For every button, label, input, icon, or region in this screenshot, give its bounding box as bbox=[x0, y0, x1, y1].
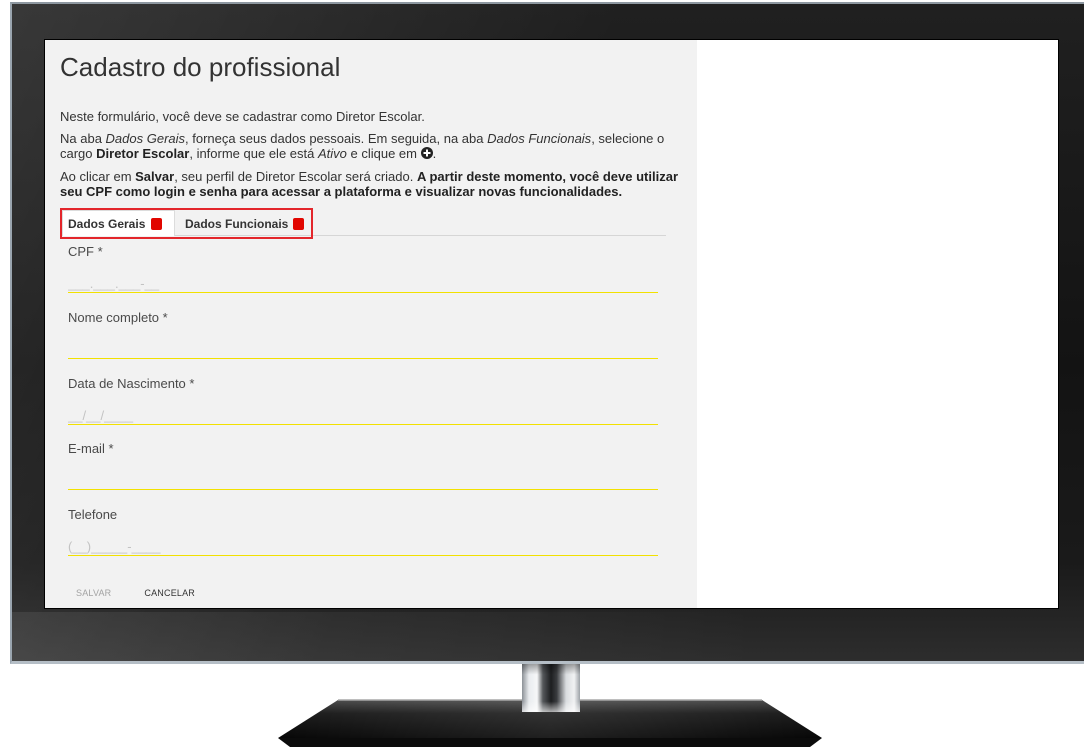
birth-date-field: Data de Nascimento * bbox=[68, 376, 658, 425]
tab-label: Dados Gerais bbox=[68, 216, 146, 231]
save-button[interactable]: SALVAR bbox=[68, 581, 119, 605]
phone-field: Telefone bbox=[68, 507, 658, 556]
field-label: E-mail * bbox=[68, 441, 114, 456]
intro-emphasis: Ativo bbox=[317, 146, 347, 161]
intro-emphasis: Dados Gerais bbox=[105, 131, 186, 146]
cpf-input[interactable] bbox=[68, 260, 658, 293]
form-actions: SALVAR CANCELAR bbox=[68, 581, 203, 605]
field-label: Nome completo * bbox=[68, 310, 168, 325]
birth-date-input[interactable] bbox=[68, 392, 658, 425]
email-field: E-mail * bbox=[68, 441, 658, 490]
tab-badge bbox=[293, 217, 305, 230]
intro-paragraph-3: Ao clicar em Salvar, seu perfil de Diret… bbox=[60, 169, 688, 199]
intro-paragraph-2: Na aba Dados Gerais, forneça seus dados … bbox=[60, 131, 688, 161]
phone-input[interactable] bbox=[68, 523, 658, 556]
cancel-button[interactable]: CANCELAR bbox=[136, 581, 203, 605]
tab-label: Dados Funcionais bbox=[185, 216, 289, 231]
field-label: Data de Nascimento * bbox=[68, 376, 195, 391]
intro-bold: Diretor Escolar bbox=[96, 146, 190, 161]
intro-text: , informe que ele está bbox=[189, 146, 318, 161]
intro-emphasis: Dados Funcionais bbox=[487, 131, 592, 146]
intro-bold: Salvar bbox=[135, 169, 175, 184]
intro-text: , seu perfil de Diretor Escolar será cri… bbox=[174, 169, 417, 184]
full-name-input[interactable] bbox=[68, 326, 658, 359]
tab-dados-funcionais[interactable]: Dados Funcionais bbox=[175, 210, 310, 236]
email-input[interactable] bbox=[68, 457, 658, 490]
tab-dados-gerais[interactable]: Dados Gerais bbox=[62, 210, 175, 236]
plus-circle-icon bbox=[420, 147, 433, 159]
tab-bar: Dados Gerais Dados Funcionais bbox=[62, 210, 666, 236]
monitor-stand-neck bbox=[522, 664, 580, 712]
intro-text: . bbox=[432, 146, 437, 161]
cpf-field: CPF * bbox=[68, 244, 658, 293]
monitor-bezel-reflection bbox=[12, 612, 1084, 661]
registration-form-panel: Cadastro do profissional Neste formulári… bbox=[45, 40, 697, 608]
intro-text: Ao clicar em bbox=[60, 169, 136, 184]
intro-text: Na aba bbox=[60, 131, 106, 146]
full-name-field: Nome completo * bbox=[68, 310, 658, 359]
tab-badge bbox=[151, 217, 163, 230]
field-label: CPF * bbox=[68, 244, 103, 259]
intro-paragraph-1: Neste formulário, você deve se cadastrar… bbox=[60, 109, 425, 124]
intro-text: e clique em bbox=[346, 146, 421, 161]
intro-text: , forneça seus dados pessoais. Em seguid… bbox=[185, 131, 488, 146]
page-title: Cadastro do profissional bbox=[60, 52, 341, 82]
field-label: Telefone bbox=[68, 507, 118, 522]
intro-text-block: Neste formulário, você deve se cadastrar… bbox=[60, 109, 688, 199]
monitor-screen: Cadastro do profissional Neste formulári… bbox=[45, 40, 1058, 608]
